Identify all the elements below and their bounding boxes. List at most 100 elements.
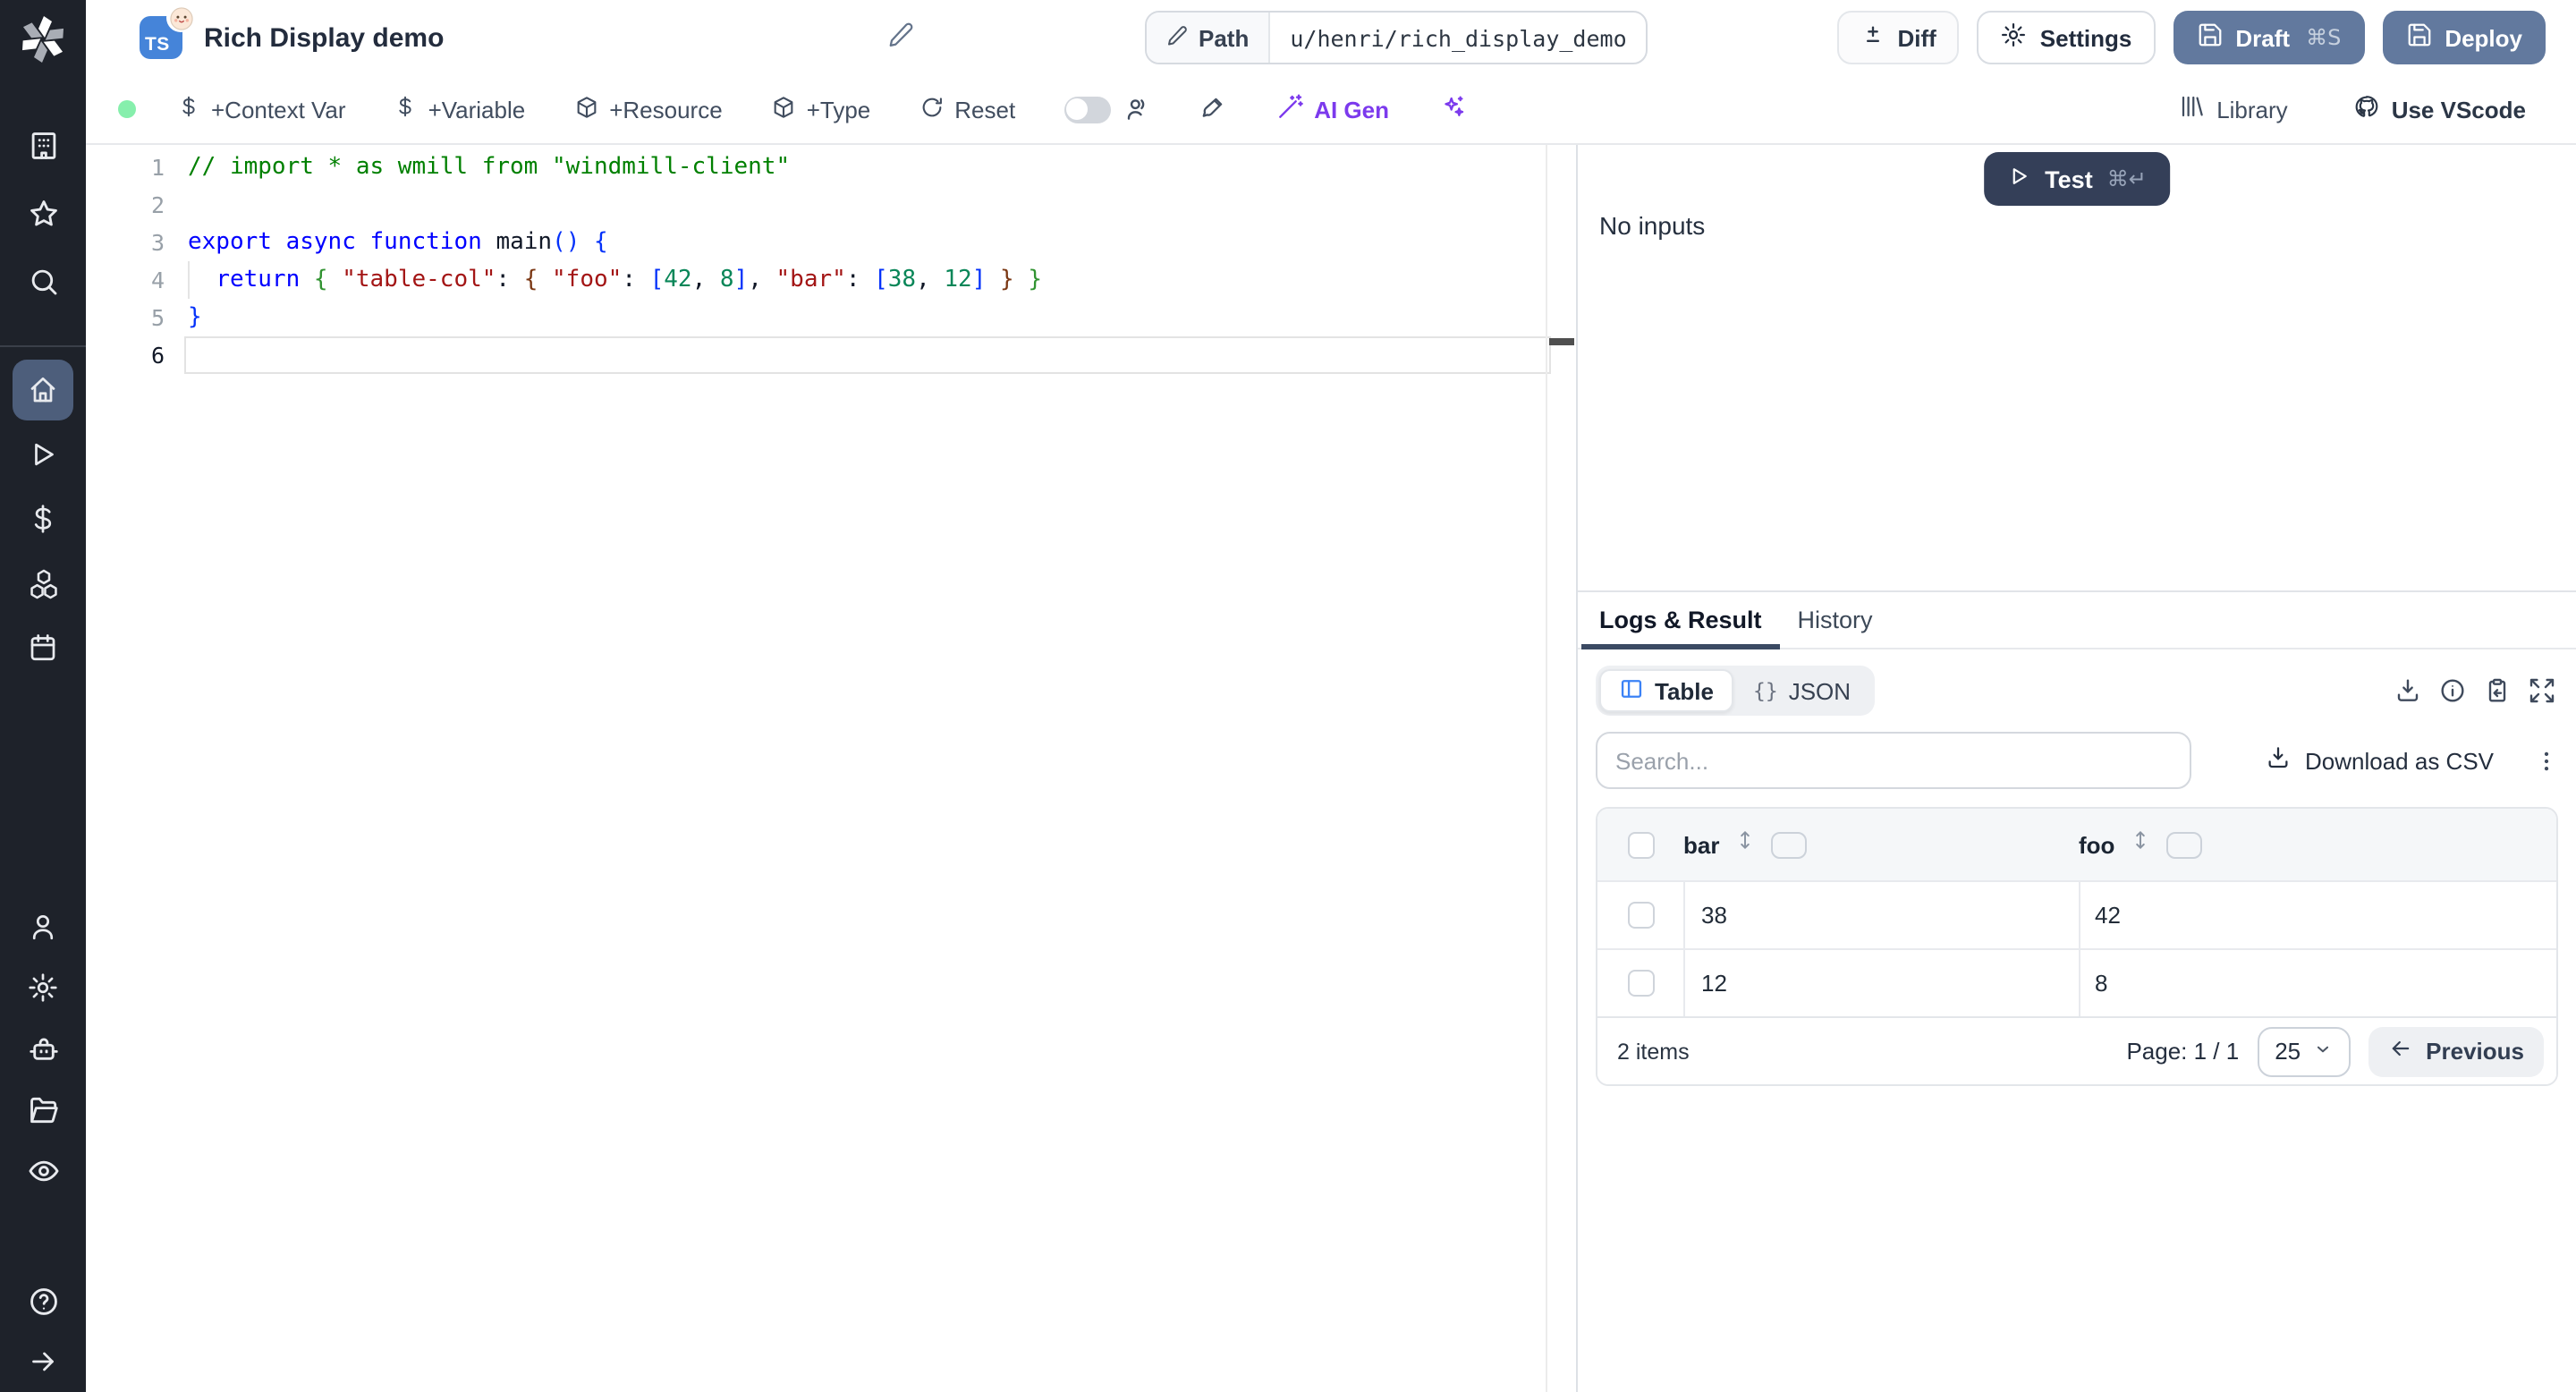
sidebar-group-main [0,358,86,698]
column-pill-button[interactable] [2166,831,2203,858]
kebab-menu-icon[interactable] [2533,747,2560,774]
result-view-toolbar: Table {} JSON [1578,666,2576,716]
deploy-button[interactable]: Deploy [2382,11,2546,64]
chevron-down-icon [2313,1038,2333,1065]
sparkles-button[interactable] [1437,92,1466,126]
sidebar-item-audit-logs[interactable] [0,1140,86,1201]
edit-title-button[interactable] [887,21,914,54]
dollar-icon [27,503,59,535]
download-icon[interactable] [2394,676,2422,705]
braces-icon: {} [1753,678,1778,703]
sidebar-item-workers[interactable] [0,1018,86,1079]
line-number: 5 [150,304,165,331]
sort-icon[interactable] [1733,828,1757,861]
brush-icon [1199,93,1226,125]
view-toggle: Table {} JSON [1596,666,1875,716]
calendar-icon [27,632,59,664]
sidebar-item-variables[interactable] [0,487,86,551]
result-tabs: Logs & Result History [1578,592,2576,649]
sparkles-icon [1437,92,1466,126]
test-button[interactable]: Test ⌘↵ [1984,152,2170,206]
sidebar-item-search[interactable] [0,247,86,315]
row-checkbox[interactable] [1627,970,1654,997]
use-vscode-button[interactable]: Use VScode [2352,92,2526,126]
table-row[interactable]: 38 42 [1597,880,2556,948]
sidebar-item-runs[interactable] [0,422,86,487]
vscode-icon [2352,92,2381,126]
library-button[interactable]: Library [2179,93,2288,125]
page-size-select[interactable]: 25 [2257,1026,2351,1076]
format-brush-button[interactable] [1199,93,1226,125]
sidebar-item-schedules[interactable] [0,615,86,680]
code-line[interactable]: 6 [86,336,1576,374]
sidebar-item-home[interactable] [0,358,86,422]
sidebar-item-help[interactable] [0,1270,86,1331]
sidebar-item-workspace[interactable] [0,111,86,179]
right-panel: Test ⌘↵ No inputs Logs & Result History [1578,145,2576,1392]
windmill-logo-icon[interactable] [0,0,86,79]
ai-gen-button[interactable]: AI Gen [1275,92,1389,126]
expand-icon[interactable] [2528,676,2556,705]
view-json-button[interactable]: {} JSON [1733,669,1870,712]
download-csv-button[interactable]: Download as CSV [2264,744,2494,777]
column-label: bar [1683,831,1720,858]
code-line[interactable]: 1// import * as wmill from "windmill-cli… [86,149,1576,186]
code-line[interactable]: 3 export async function main() { [86,224,1576,261]
column-label: foo [2079,831,2115,858]
code-line[interactable]: 4 return { "table-col": { "foo": [42, 8]… [86,261,1576,299]
reset-button[interactable]: Reset [919,94,1015,124]
code-line[interactable]: 5} [86,299,1576,336]
sidebar-item-settings[interactable] [0,957,86,1018]
overview-ruler-cursor-mark [1549,338,1574,345]
info-icon[interactable] [2438,676,2467,705]
table-row[interactable]: 12 8 [1597,948,2556,1016]
eye-icon [26,1153,60,1187]
sidebar-item-resources[interactable] [0,551,86,615]
view-table-button[interactable]: Table [1599,669,1733,712]
path-value[interactable]: u/henri/rich_display_demo [1270,13,1646,63]
cubes-icon [26,566,60,600]
add-variable-button[interactable]: +Variable [394,95,525,123]
column-header-foo[interactable]: foo [2079,809,2556,880]
sidebar-item-users[interactable] [0,896,86,957]
package-icon [573,94,598,124]
row-checkbox[interactable] [1627,902,1654,929]
robot-icon [26,1031,60,1065]
building-icon [26,128,60,162]
tab-logs-result[interactable]: Logs & Result [1581,592,1780,649]
search-input[interactable] [1596,732,2191,789]
tab-history[interactable]: History [1780,592,1891,648]
table-search-row: Download as CSV [1578,732,2576,789]
draft-button[interactable]: Draft ⌘S [2173,11,2365,64]
settings-button[interactable]: Settings [1977,11,2156,64]
paste-icon[interactable] [2483,676,2512,705]
code-line[interactable]: 2 [86,186,1576,224]
sidebar-item-collapse[interactable] [0,1331,86,1392]
sort-icon[interactable] [2129,828,2152,861]
code-editor[interactable]: 1// import * as wmill from "windmill-cli… [86,145,1578,1392]
draft-shortcut: ⌘S [2306,25,2342,50]
table-cell: 38 [1683,882,2079,948]
multiplayer-toggle[interactable] [1063,96,1111,123]
column-header-bar[interactable]: bar [1683,809,2079,880]
status-dot [118,100,136,118]
star-icon [26,196,60,230]
column-pill-button[interactable] [1771,831,1808,858]
select-all-checkbox[interactable] [1627,831,1654,858]
download-icon [2264,744,2291,777]
diff-button[interactable]: Diff [1836,11,1960,64]
add-type-button[interactable]: +Type [771,94,870,124]
package-icon [771,94,796,124]
line-number: 1 [150,154,165,181]
add-resource-button[interactable]: +Resource [573,94,723,124]
page-label: Page: 1 / 1 [2126,1038,2240,1065]
path-group[interactable]: Path u/henri/rich_display_demo [1145,11,1648,64]
path-label[interactable]: Path [1147,13,1271,63]
arrow-right-icon [27,1345,59,1378]
sidebar-item-folders[interactable] [0,1079,86,1140]
previous-page-button[interactable]: Previous [2368,1026,2544,1076]
add-context-var-button[interactable]: +Context Var [177,95,346,123]
sidebar-item-favorites[interactable] [0,179,86,247]
multiplayer-icon [1123,95,1151,123]
table-cell: 12 [1683,950,2079,1016]
